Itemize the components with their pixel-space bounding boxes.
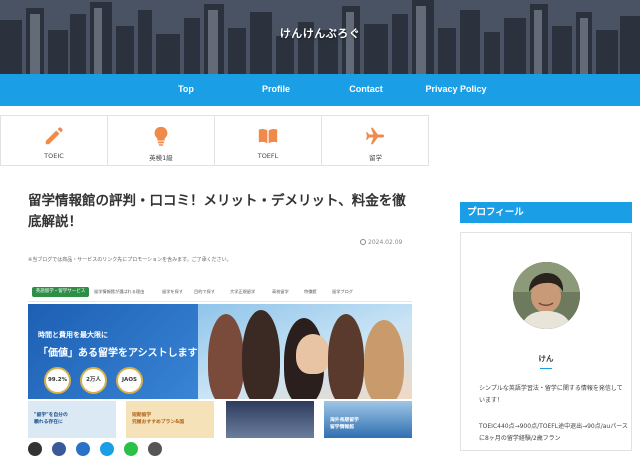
eyecatch-tile <box>226 401 314 438</box>
category-eiken[interactable]: 英検1級 <box>108 116 215 165</box>
category-toefl-label: TOEFL <box>257 152 279 160</box>
eyecatch-tile: 短期留学 究極おすすめプラン&国 <box>126 401 214 438</box>
category-study-abroad-label: 留学 <box>369 154 382 162</box>
airplane-icon <box>366 127 385 145</box>
facebook-share-icon[interactable] <box>52 442 66 456</box>
category-toefl[interactable]: TOEFL <box>215 116 322 165</box>
divider <box>540 368 552 369</box>
eyecatch-tile: "留学"を自分の 頼れる存在に <box>28 401 116 438</box>
students-photo <box>198 304 412 399</box>
nav-top[interactable]: Top <box>156 74 216 106</box>
eyecatch-nav-item: 高校留学 <box>272 289 289 294</box>
avatar <box>513 262 580 329</box>
lightbulb-icon <box>154 126 168 146</box>
eyecatch-badge: 2万人 <box>80 367 107 394</box>
eyecatch-tiles: "留学"を自分の 頼れる存在に 短期留学 究極おすすめプラン&国 海外長期留学 … <box>28 401 412 438</box>
eyecatch-nav-item: 特徴館 <box>304 289 317 294</box>
article-title: 留学情報館の評判・口コミ！メリット・デメリット、料金を徹底解説！ <box>28 193 406 230</box>
category-study-abroad[interactable]: 留学 <box>322 116 429 165</box>
eyecatch-badge: 99.2% <box>44 367 71 394</box>
eyecatch-nav-item: 留学を探す <box>162 289 183 294</box>
profile-widget: けん シンプルな英語学習法・留学に関する情報を発信しています！ TOEIC440… <box>460 232 632 451</box>
hatena-share-icon[interactable] <box>76 442 90 456</box>
eyecatch-hero: 時間と費用を最大限に 「価値」ある留学をアシストします 99.2% 2万人 JA… <box>28 304 412 399</box>
pencil-icon <box>45 127 63 145</box>
profile-bio: シンプルな英語学習法・留学に関する情報を発信しています！ <box>479 385 623 404</box>
pocket-share-icon[interactable] <box>100 442 114 456</box>
eyecatch-headline-large: 「価値」ある留学をアシストします <box>38 348 198 359</box>
clock-icon <box>360 239 366 245</box>
category-eiken-label: 英検1級 <box>149 154 173 162</box>
book-icon <box>258 128 278 144</box>
eyecatch-nav-item: 目的で探す <box>194 289 215 294</box>
line-share-icon[interactable] <box>124 442 138 456</box>
nav-profile[interactable]: Profile <box>246 74 306 106</box>
category-icon-menu: TOEIC 英検1級 TOEFL 留学 <box>0 115 429 166</box>
category-toeic-label: TOEIC <box>44 152 64 160</box>
eyecatch-headline-small: 時間と費用を最大限に <box>38 331 108 339</box>
eyecatch-nav-item: 留学情報館が選ばれる理由 <box>94 289 145 294</box>
promotion-disclaimer: ※当ブログでは商品・サービスのリンク先にプロモーションを含みます。ご了承ください… <box>28 257 232 263</box>
category-toeic[interactable]: TOEIC <box>1 116 108 165</box>
post-date-text: 2024.02.09 <box>368 239 403 246</box>
profile-photo <box>513 262 580 329</box>
eyecatch-nav-item: 留学ブログ <box>332 289 353 294</box>
sidebar-profile-heading: プロフィール <box>460 202 632 223</box>
profile-credentials: TOEIC440点→900点/TOEFL途中退出→90点/auパースに8ヶ月の留… <box>479 423 628 442</box>
nav-contact[interactable]: Contact <box>336 74 396 106</box>
profile-name: けん <box>538 354 554 363</box>
eyecatch-tile: 海外長期留学 留学情報館 <box>324 401 412 438</box>
site-header: けんけんぶろぐ <box>0 0 640 74</box>
eyecatch-logo-badge: 英語留学・留学サービス <box>32 287 89 297</box>
post-date: 2024.02.09 <box>360 239 402 246</box>
x-share-icon[interactable] <box>28 442 42 456</box>
eyecatch-image: 英語留学・留学サービス 留学情報館が選ばれる理由 留学を探す 目的で探す 大学正… <box>28 283 412 438</box>
main-nav: Top Profile Contact Privacy Policy <box>0 74 640 106</box>
copy-link-icon[interactable] <box>148 442 162 456</box>
eyecatch-site-nav: 英語留学・留学サービス 留学情報館が選ばれる理由 留学を探す 目的で探す 大学正… <box>28 283 412 302</box>
eyecatch-nav-item: 大学正規留学 <box>230 289 256 294</box>
eyecatch-badge: JAOS <box>116 367 143 394</box>
site-title[interactable]: けんけんぶろぐ <box>0 25 640 41</box>
nav-privacy-policy[interactable]: Privacy Policy <box>420 74 492 106</box>
